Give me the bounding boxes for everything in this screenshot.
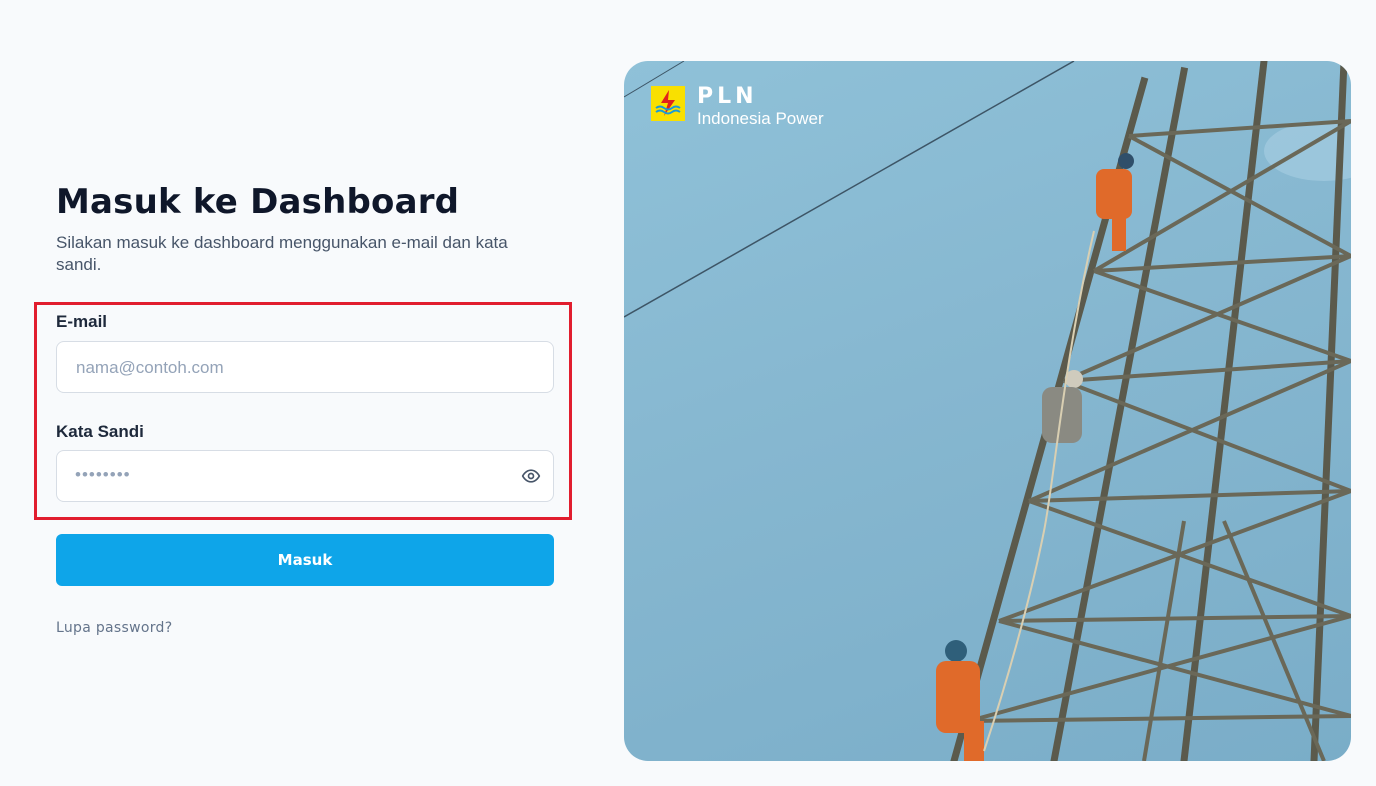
password-label: Kata Sandi [56, 422, 144, 441]
login-button[interactable]: Masuk [56, 534, 554, 586]
page-title: Masuk ke Dashboard [56, 182, 460, 222]
eye-icon[interactable] [521, 466, 543, 486]
login-page: Masuk ke Dashboard Silakan masuk ke dash… [0, 0, 1376, 786]
climber-figures [936, 153, 1134, 761]
email-label: E-mail [56, 312, 108, 331]
forgot-password-link[interactable]: Lupa password? [56, 620, 172, 636]
page-subtitle: Silakan masuk ke dashboard menggunakan e… [56, 233, 508, 274]
password-field[interactable]: •••••••• [56, 450, 554, 502]
email-field-wrapper [56, 341, 554, 394]
email-input[interactable] [74, 342, 518, 394]
password-masked-value: •••••••• [75, 465, 131, 484]
pln-logo: PLN Indonesia Power [651, 86, 824, 127]
transmission-tower-illustration [624, 61, 1351, 761]
brand-name: PLN [697, 84, 758, 109]
brand-subtitle: Indonesia Power [697, 109, 824, 128]
hero-image: PLN Indonesia Power [624, 61, 1351, 761]
pln-logo-icon [651, 86, 685, 121]
